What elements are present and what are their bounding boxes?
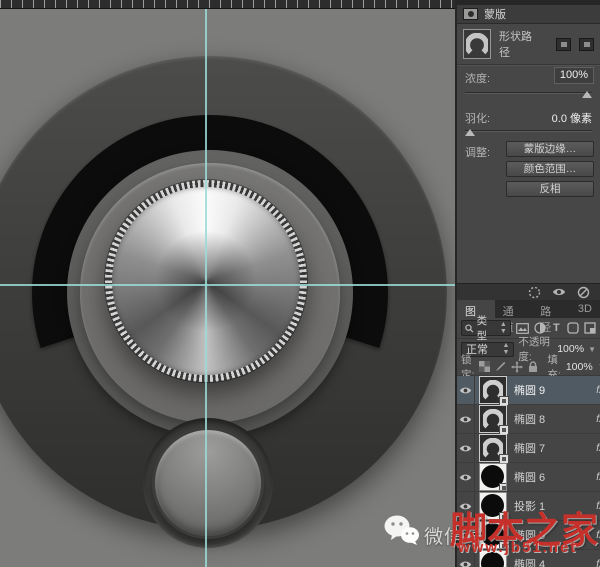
feather-value-field[interactable]: 0.0 像素 bbox=[552, 110, 592, 126]
layer-thumbnail[interactable] bbox=[480, 406, 506, 432]
lock-pixels-brush-icon[interactable] bbox=[495, 361, 506, 373]
masks-panel: 蒙版 形状路径 浓度: 100% 羽化: 0.0 像素 bbox=[457, 0, 600, 300]
lock-row: 锁定: 填充: 100% ▼ bbox=[457, 358, 600, 376]
blend-mode-row: 正常 ▲▼ 不透明度: 100% ▼ bbox=[457, 340, 600, 358]
lock-transparency-icon[interactable] bbox=[479, 361, 490, 373]
fx-badge[interactable]: fx bbox=[596, 472, 600, 483]
layer-name[interactable]: 椭圆 6 bbox=[514, 469, 545, 485]
fx-badge[interactable]: fx bbox=[596, 385, 600, 396]
layer-name[interactable]: 椭圆 8 bbox=[514, 411, 545, 427]
fx-badge[interactable]: fx bbox=[596, 414, 600, 425]
pixel-layer-filter-icon[interactable] bbox=[516, 321, 529, 335]
search-icon bbox=[465, 324, 474, 333]
chevron-updown-icon: ▲▼ bbox=[500, 321, 507, 335]
vector-mask-badge-icon bbox=[499, 483, 506, 490]
type-layer-filter-icon[interactable]: T bbox=[551, 321, 562, 335]
mask-edge-button[interactable]: 蒙版边缘… bbox=[506, 141, 594, 157]
density-value-field[interactable]: 100% bbox=[554, 67, 594, 84]
refine-label: 调整: bbox=[465, 144, 490, 160]
horizontal-guide[interactable] bbox=[0, 284, 455, 286]
layer-row-ellipse-7[interactable]: 椭圆 7 fx bbox=[457, 434, 600, 463]
shape-layer-filter-icon[interactable] bbox=[567, 321, 579, 335]
layer-name[interactable]: 椭圆 9 bbox=[514, 382, 545, 398]
arc-shape-icon bbox=[466, 33, 488, 55]
feather-label: 羽化: bbox=[465, 110, 490, 126]
chevron-down-icon[interactable]: ▼ bbox=[588, 345, 596, 354]
opacity-value[interactable]: 100% bbox=[557, 343, 584, 355]
tab-channels[interactable]: 通道 bbox=[495, 300, 533, 318]
mask-icon bbox=[463, 8, 478, 20]
fill-value[interactable]: 100% bbox=[566, 361, 593, 373]
lock-position-move-icon[interactable] bbox=[511, 361, 523, 373]
layer-row-ellipse-8[interactable]: 椭圆 8 fx bbox=[457, 405, 600, 434]
density-label: 浓度: bbox=[465, 70, 490, 86]
mask-type-row: 形状路径 bbox=[463, 28, 594, 60]
document-canvas[interactable] bbox=[0, 0, 455, 567]
photoshop-window: 蒙版 形状路径 浓度: 100% 羽化: 0.0 像素 bbox=[0, 0, 600, 567]
density-slider[interactable] bbox=[465, 92, 592, 94]
layer-thumbnail[interactable] bbox=[480, 464, 506, 490]
visibility-eye-icon[interactable] bbox=[457, 376, 475, 404]
layer-name[interactable]: 椭圆 7 bbox=[514, 440, 545, 456]
tab-3d[interactable]: 3D bbox=[570, 300, 600, 318]
add-pixel-mask-icon[interactable] bbox=[556, 38, 571, 51]
disable-mask-eye-icon[interactable] bbox=[552, 287, 566, 297]
lock-all-padlock-icon[interactable] bbox=[528, 361, 538, 373]
density-slider-handle[interactable] bbox=[582, 91, 592, 98]
small-round-button bbox=[152, 427, 264, 539]
filter-kind-label: 类型 bbox=[477, 313, 497, 343]
vertical-guide[interactable] bbox=[205, 9, 207, 567]
chevron-updown-icon: ▲▼ bbox=[502, 342, 509, 356]
fx-badge[interactable]: fx bbox=[596, 443, 600, 454]
feather-slider-handle[interactable] bbox=[465, 129, 475, 136]
masks-panel-header[interactable]: 蒙版 bbox=[457, 5, 600, 24]
site-url-watermark: www.jb51.net bbox=[458, 539, 577, 556]
panel-column: 蒙版 形状路径 浓度: 100% 羽化: 0.0 像素 bbox=[455, 0, 600, 567]
watermark: 微信号 脚本之家 www.jb51.net bbox=[384, 498, 600, 564]
visibility-eye-icon[interactable] bbox=[457, 434, 475, 462]
apply-mask-icon[interactable] bbox=[577, 286, 590, 299]
mask-thumbnail[interactable] bbox=[463, 29, 491, 59]
load-selection-icon[interactable] bbox=[528, 286, 541, 299]
masks-panel-title: 蒙版 bbox=[484, 6, 506, 22]
visibility-eye-icon[interactable] bbox=[457, 463, 475, 491]
layer-thumbnail[interactable] bbox=[480, 435, 506, 461]
adjustment-layer-filter-icon[interactable] bbox=[534, 321, 546, 335]
feather-slider[interactable] bbox=[465, 130, 592, 132]
filter-kind-dropdown[interactable]: 类型 ▲▼ bbox=[461, 320, 511, 336]
top-ruler bbox=[0, 0, 455, 9]
wechat-icon bbox=[384, 514, 420, 546]
color-range-button[interactable]: 颜色范围… bbox=[506, 161, 594, 177]
mask-type-label: 形状路径 bbox=[499, 28, 540, 60]
tab-paths[interactable]: 路径 bbox=[532, 300, 570, 318]
layer-row-ellipse-9[interactable]: 椭圆 9 fx bbox=[457, 376, 600, 405]
divider bbox=[457, 64, 600, 65]
layer-thumbnail[interactable] bbox=[480, 377, 506, 403]
smart-object-filter-icon[interactable] bbox=[584, 321, 596, 335]
invert-button[interactable]: 反相 bbox=[506, 181, 594, 197]
visibility-eye-icon[interactable] bbox=[457, 405, 475, 433]
add-vector-mask-icon[interactable] bbox=[579, 38, 594, 51]
layer-row-ellipse-6[interactable]: 椭圆 6 fx bbox=[457, 463, 600, 492]
masks-panel-footer bbox=[457, 283, 600, 300]
